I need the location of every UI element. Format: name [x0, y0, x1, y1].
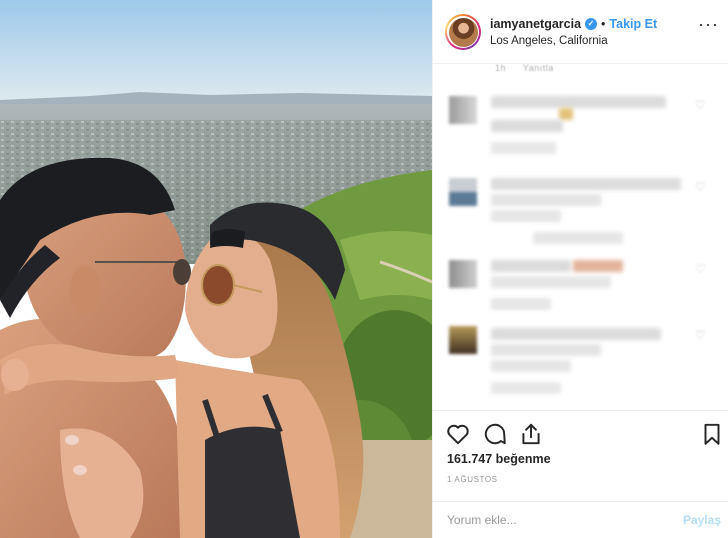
- post-comment-button[interactable]: Paylaş: [683, 513, 721, 527]
- likes-count[interactable]: 161.747 beğenme: [447, 452, 551, 466]
- comment-like-icon[interactable]: ♡: [695, 98, 706, 112]
- blurred-comment-text: [491, 178, 681, 190]
- separator-dot: •: [601, 17, 606, 31]
- comments-list[interactable]: 1h Yanıtla ♡ ♡ ♡ ♡: [433, 64, 728, 409]
- couple-kissing-photo: [0, 0, 432, 538]
- comment-like-icon[interactable]: ♡: [695, 328, 706, 342]
- more-options-icon[interactable]: ···: [698, 14, 719, 35]
- avatar-image: [448, 17, 478, 47]
- speech-bubble-icon[interactable]: [482, 421, 508, 447]
- location-link[interactable]: Los Angeles, California: [490, 35, 608, 47]
- heart-outline-icon[interactable]: [445, 421, 471, 447]
- blurred-comment-text: [491, 96, 666, 108]
- verified-badge-icon: ✓: [585, 18, 598, 30]
- comment-meta-stub: 1h Yanıtla: [495, 64, 568, 73]
- user-row: iamyanetgarcia ✓ • Takip Et: [490, 17, 657, 31]
- bookmark-icon[interactable]: [699, 421, 725, 447]
- follow-button[interactable]: Takip Et: [609, 17, 657, 31]
- comment-like-icon[interactable]: ♡: [695, 180, 706, 194]
- comment-reply-link[interactable]: Yanıtla: [523, 64, 554, 73]
- username-link[interactable]: iamyanetgarcia: [490, 17, 581, 31]
- post-date: 1 AĞUSTOS: [447, 475, 498, 484]
- comment-time: 1h: [495, 64, 507, 73]
- commenter-avatar[interactable]: [449, 178, 477, 206]
- post-actions: 161.747 beğenme 1 AĞUSTOS Paylaş: [433, 410, 728, 538]
- comment-like-icon[interactable]: ♡: [695, 262, 706, 276]
- commenter-avatar[interactable]: [449, 326, 477, 354]
- post-header: iamyanetgarcia ✓ • Takip Et Los Angeles,…: [433, 0, 728, 64]
- add-comment-bar: Paylaş: [433, 501, 728, 538]
- post-sidebar: iamyanetgarcia ✓ • Takip Et Los Angeles,…: [432, 0, 728, 538]
- blurred-comment-text: [491, 260, 571, 272]
- commenter-avatar[interactable]: [449, 260, 477, 288]
- blurred-comment-text: [491, 328, 661, 340]
- share-upload-icon[interactable]: [518, 421, 544, 447]
- comment-input[interactable]: [447, 510, 667, 530]
- profile-avatar[interactable]: [445, 14, 481, 50]
- commenter-avatar[interactable]: [449, 96, 477, 124]
- post-photo[interactable]: [0, 0, 432, 538]
